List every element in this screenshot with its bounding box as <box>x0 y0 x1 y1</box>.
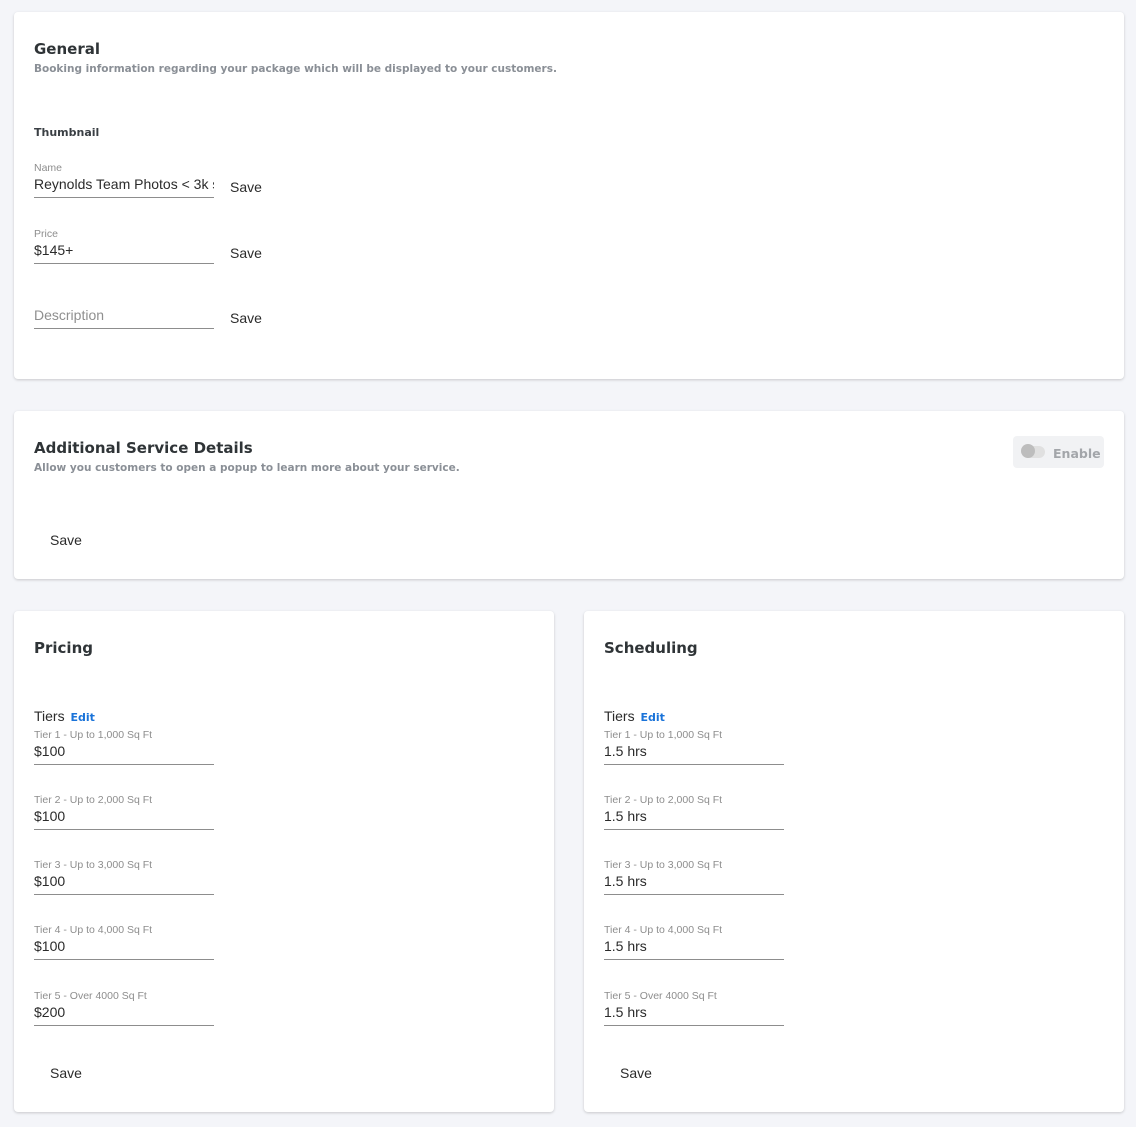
additional-save-button[interactable]: Save <box>50 532 82 548</box>
pricing-tier-1-field: Tier 1 - Up to 1,000 Sq Ft <box>34 728 214 765</box>
scheduling-tier-1-field: Tier 1 - Up to 1,000 Sq Ft <box>604 728 784 765</box>
tier-label: Tier 2 - Up to 2,000 Sq Ft <box>604 794 723 806</box>
tier-label: Tier 5 - Over 4000 Sq Ft <box>34 990 147 1002</box>
description-field <box>34 292 214 329</box>
tier-input[interactable] <box>34 872 214 895</box>
scheduling-title: Scheduling <box>604 639 698 657</box>
tier-input[interactable] <box>604 872 784 895</box>
description-input[interactable] <box>34 306 214 329</box>
name-label: Name <box>34 162 63 174</box>
price-field: Price <box>34 227 214 264</box>
tier-label: Tier 4 - Up to 4,000 Sq Ft <box>604 924 723 936</box>
tier-input[interactable] <box>34 807 214 830</box>
scheduling-save-button[interactable]: Save <box>620 1065 652 1081</box>
tier-input[interactable] <box>604 1003 784 1026</box>
tiers-label: Tiers <box>604 708 635 724</box>
pricing-tier-2-field: Tier 2 - Up to 2,000 Sq Ft <box>34 793 214 830</box>
scheduling-tier-2-field: Tier 2 - Up to 2,000 Sq Ft <box>604 793 784 830</box>
general-subtitle: Booking information regarding your packa… <box>34 63 557 75</box>
tier-label: Tier 3 - Up to 3,000 Sq Ft <box>34 859 153 871</box>
tier-input[interactable] <box>604 807 784 830</box>
general-card: General Booking information regarding yo… <box>14 12 1124 379</box>
scheduling-tier-3-field: Tier 3 - Up to 3,000 Sq Ft <box>604 858 784 895</box>
thumbnail-label: Thumbnail <box>34 126 100 139</box>
enable-label: Enable <box>1053 446 1101 461</box>
price-label: Price <box>34 228 58 240</box>
scheduling-card: Scheduling Tiers Edit Tier 1 - Up to 1,0… <box>584 611 1124 1112</box>
tier-input[interactable] <box>604 742 784 765</box>
tier-label: Tier 1 - Up to 1,000 Sq Ft <box>604 729 723 741</box>
tier-input[interactable] <box>34 742 214 765</box>
pricing-tiers-header: Tiers Edit <box>34 708 95 724</box>
description-save-button[interactable]: Save <box>230 310 262 326</box>
tier-label: Tier 4 - Up to 4,000 Sq Ft <box>34 924 153 936</box>
name-save-button[interactable]: Save <box>230 179 262 195</box>
scheduling-tiers-header: Tiers Edit <box>604 708 665 724</box>
scheduling-edit-link[interactable]: Edit <box>640 711 664 724</box>
pricing-tier-4-field: Tier 4 - Up to 4,000 Sq Ft <box>34 923 214 960</box>
pricing-save-button[interactable]: Save <box>50 1065 82 1081</box>
toggle-switch[interactable] <box>1021 444 1045 458</box>
general-title: General <box>34 40 100 58</box>
scheduling-tier-5-field: Tier 5 - Over 4000 Sq Ft <box>604 989 784 1026</box>
tier-label: Tier 5 - Over 4000 Sq Ft <box>604 990 717 1002</box>
additional-title: Additional Service Details <box>34 439 253 457</box>
additional-details-card: Additional Service Details Allow you cus… <box>14 411 1124 579</box>
toggle-knob <box>1021 444 1035 458</box>
tier-input[interactable] <box>604 937 784 960</box>
tier-label: Tier 3 - Up to 3,000 Sq Ft <box>604 859 723 871</box>
pricing-tier-3-field: Tier 3 - Up to 3,000 Sq Ft <box>34 858 214 895</box>
enable-toggle[interactable]: Enable <box>1013 436 1104 468</box>
pricing-edit-link[interactable]: Edit <box>70 711 94 724</box>
price-input[interactable] <box>34 241 214 264</box>
tier-label: Tier 2 - Up to 2,000 Sq Ft <box>34 794 153 806</box>
name-input[interactable] <box>34 175 214 198</box>
price-save-button[interactable]: Save <box>230 245 262 261</box>
pricing-card: Pricing Tiers Edit Tier 1 - Up to 1,000 … <box>14 611 554 1112</box>
name-field: Name <box>34 161 214 198</box>
tier-input[interactable] <box>34 1003 214 1026</box>
additional-subtitle: Allow you customers to open a popup to l… <box>34 462 460 474</box>
tier-input[interactable] <box>34 937 214 960</box>
scheduling-tier-4-field: Tier 4 - Up to 4,000 Sq Ft <box>604 923 784 960</box>
tier-label: Tier 1 - Up to 1,000 Sq Ft <box>34 729 153 741</box>
pricing-title: Pricing <box>34 639 93 657</box>
pricing-tier-5-field: Tier 5 - Over 4000 Sq Ft <box>34 989 214 1026</box>
tiers-label: Tiers <box>34 708 65 724</box>
